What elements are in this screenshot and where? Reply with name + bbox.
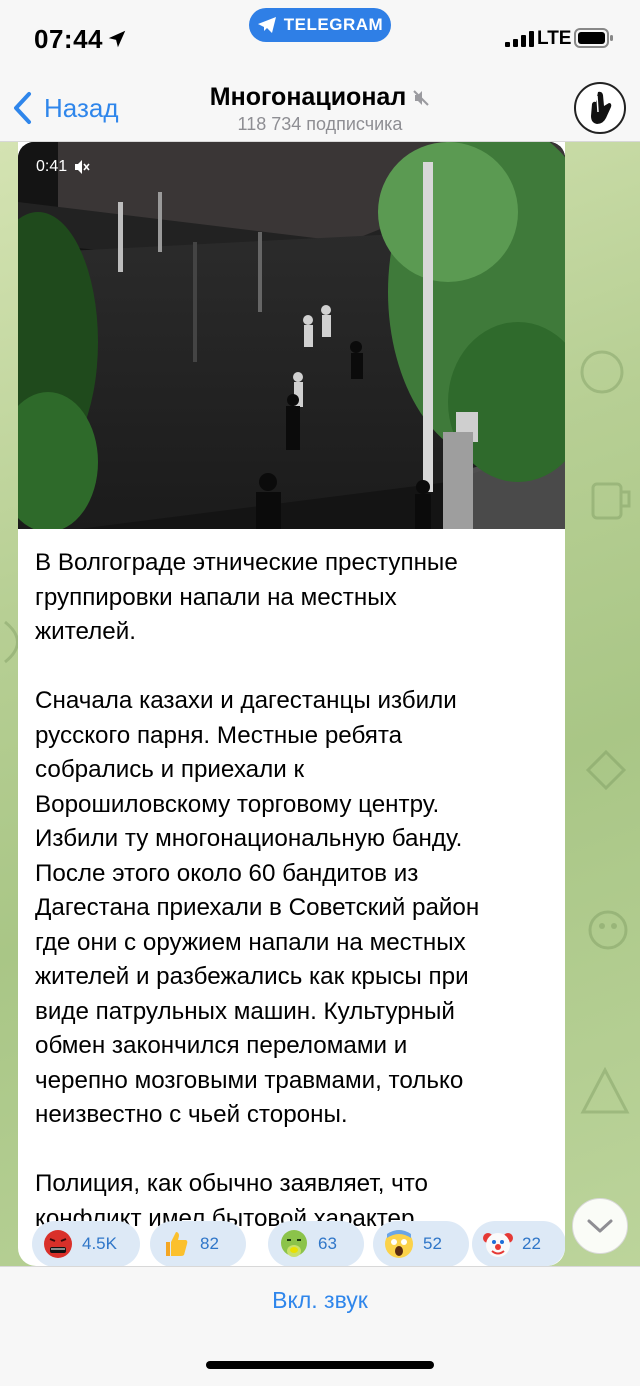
video-frame-image	[18, 142, 565, 529]
home-indicator	[206, 1361, 434, 1369]
chat-header: Назад Многонационал 118 734 подписчика	[0, 70, 640, 142]
unmute-button[interactable]: Вкл. звук	[0, 1287, 640, 1314]
channel-name-text: Многонационал	[209, 83, 407, 111]
reaction-count: 52	[423, 1234, 442, 1253]
reaction-angry[interactable]: 4.5K	[32, 1221, 140, 1266]
app-pill-label: TELEGRAM	[283, 15, 384, 34]
reaction-screaming[interactable]: 52	[373, 1221, 469, 1266]
thumbs-up-icon	[166, 1232, 188, 1256]
reaction-count: 63	[318, 1234, 337, 1253]
channel-title[interactable]: Многонационал	[0, 83, 640, 112]
reaction-clown[interactable]: 22	[472, 1221, 565, 1266]
nauseated-face-icon	[281, 1230, 307, 1257]
video-preview[interactable]: 0:41	[18, 142, 565, 529]
video-duration-badge: 0:41	[30, 156, 97, 178]
signal-strength-icon	[505, 31, 534, 47]
reaction-thumbs-up[interactable]: 82	[150, 1221, 246, 1266]
location-arrow-icon	[108, 30, 126, 48]
screaming-face-icon	[385, 1230, 413, 1258]
post-paragraph: Сначала казахи и дагестанцы избили русск…	[35, 687, 480, 1128]
bottom-bar: Вкл. звук	[0, 1266, 640, 1386]
post-paragraph: В Волгограде этнические преступные групп…	[35, 549, 458, 645]
battery-icon	[574, 28, 613, 48]
post-text: В Волгограде этнические преступные групп…	[35, 546, 555, 1236]
network-type: LTE	[537, 28, 572, 49]
muted-speaker-icon[interactable]	[73, 159, 91, 175]
telegram-channel-screen: 07:44 TELEGRAM LTE Назад Многонационал 1…	[0, 0, 640, 1386]
channel-avatar[interactable]	[574, 82, 626, 134]
status-bar: 07:44 TELEGRAM LTE	[0, 0, 640, 70]
reaction-count: 82	[200, 1234, 219, 1253]
channel-post: 0:41 В Волгограде этнические преступные …	[18, 142, 565, 1266]
scroll-to-bottom-button[interactable]	[572, 1198, 628, 1254]
clown-face-icon	[483, 1233, 513, 1257]
reaction-nauseated[interactable]: 63	[268, 1221, 364, 1266]
reaction-count: 4.5K	[82, 1234, 117, 1253]
reactions-bar: 4.5K 82 63 52 22	[32, 1221, 565, 1266]
video-duration: 0:41	[36, 158, 68, 175]
angry-face-icon	[44, 1230, 72, 1258]
muted-speaker-icon	[413, 90, 429, 107]
telegram-icon	[257, 17, 276, 33]
reaction-count: 22	[522, 1234, 541, 1253]
chevron-down-icon	[587, 1219, 613, 1233]
subscriber-count: 118 734 подписчика	[237, 114, 403, 134]
telegram-return-pill[interactable]: TELEGRAM	[249, 8, 391, 42]
status-time: 07:44	[34, 24, 103, 54]
